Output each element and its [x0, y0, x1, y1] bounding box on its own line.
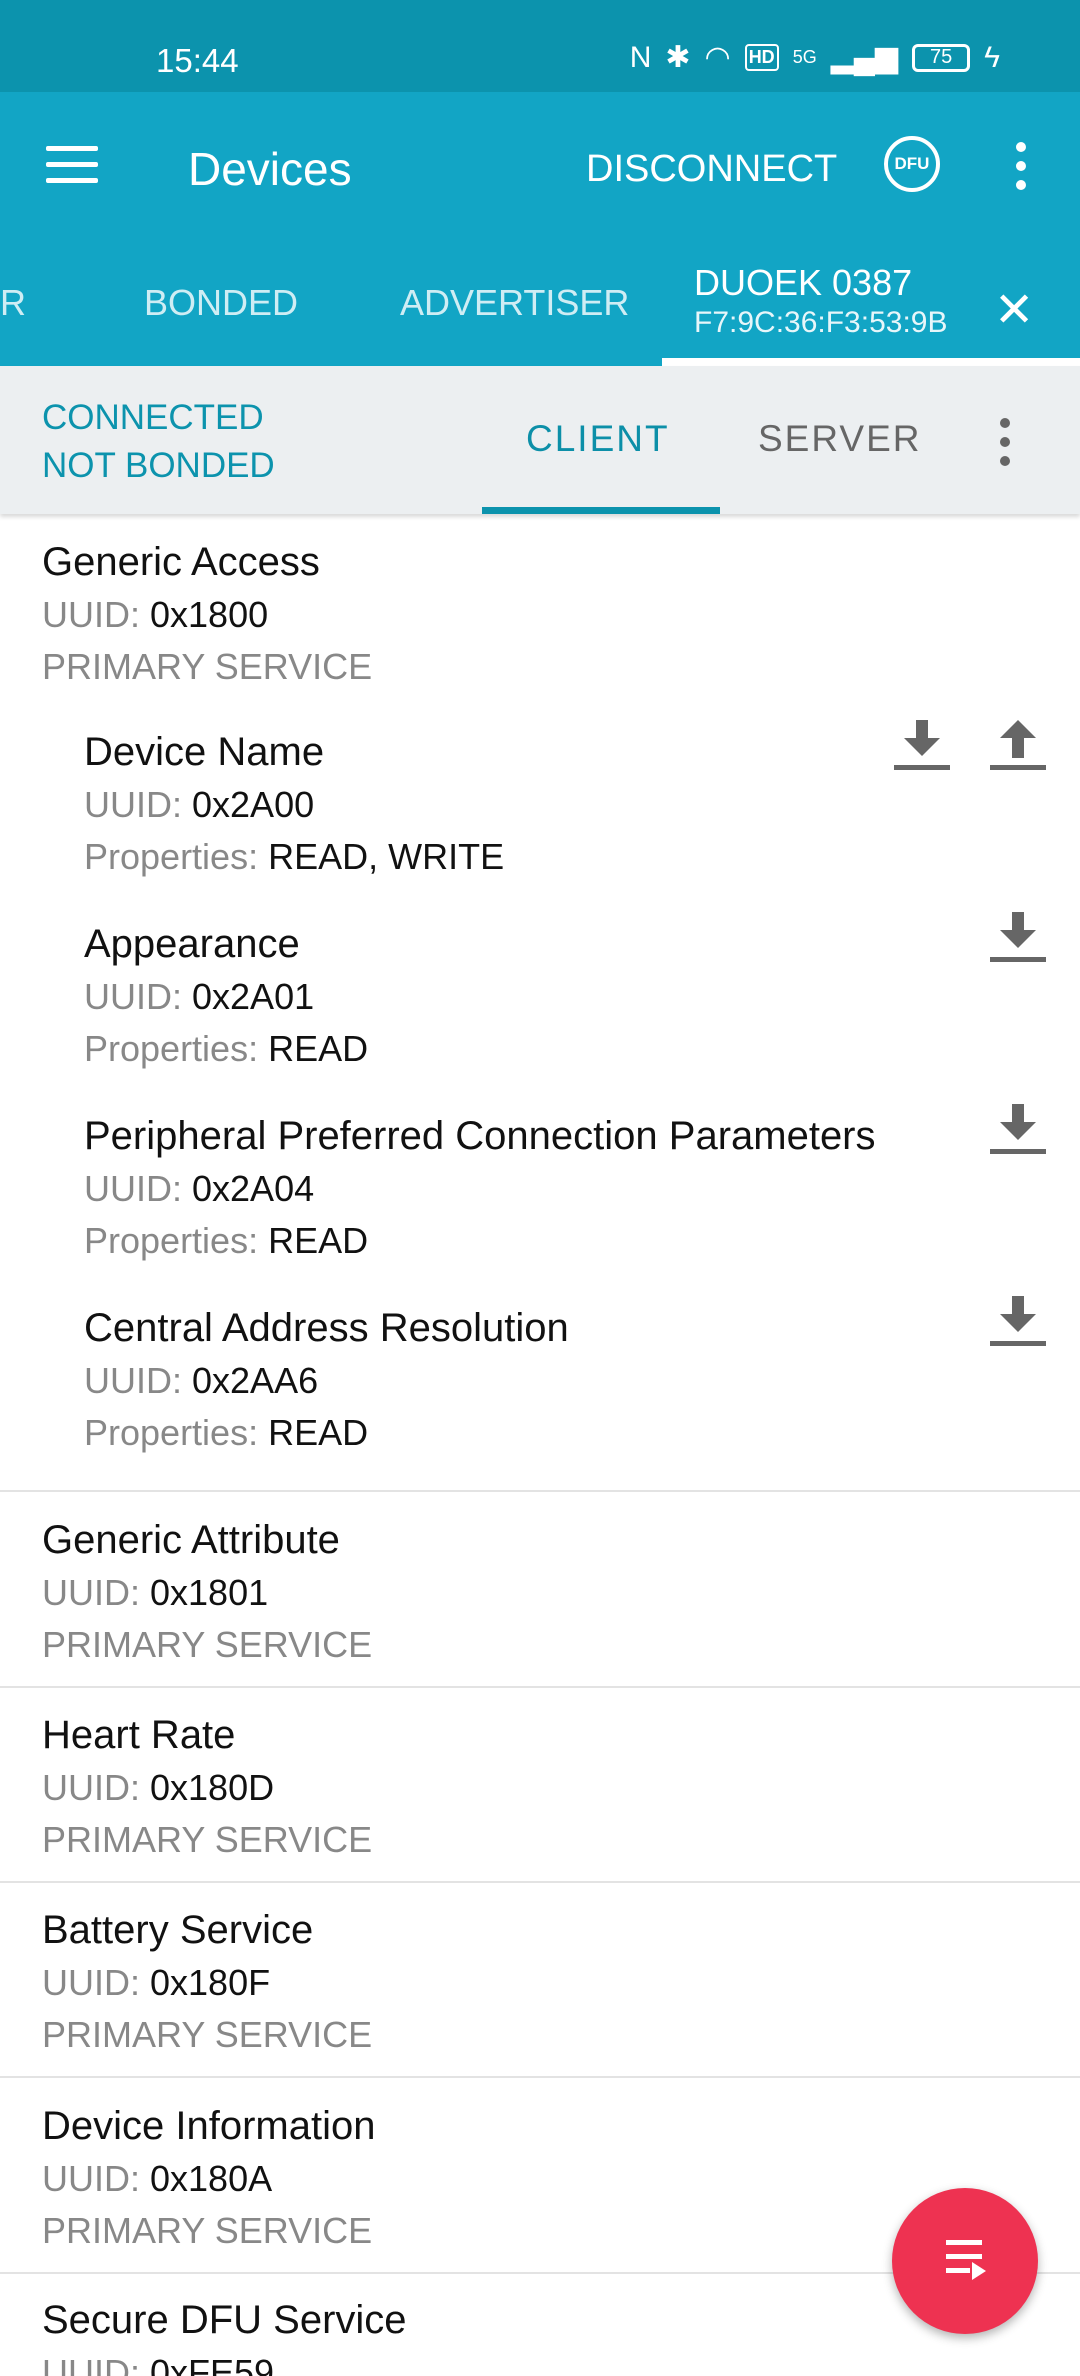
disconnect-button[interactable]: DISCONNECT — [586, 148, 837, 191]
service-uuid: UUID: 0x180F — [42, 1962, 271, 2003]
service-uuid: UUID: 0x1801 — [42, 1572, 269, 1613]
bluetooth-icon: ✱ — [665, 41, 691, 74]
close-icon[interactable]: ✕ — [994, 282, 1034, 338]
download-icon[interactable] — [990, 912, 1046, 962]
divider — [0, 1686, 1080, 1688]
tab-device-address: F7:9C:36:F3:53:9B — [694, 306, 948, 339]
characteristic-properties: Properties: READ — [84, 1028, 369, 1069]
upload-icon[interactable] — [990, 720, 1046, 770]
divider — [0, 1490, 1080, 1492]
service-type: PRIMARY SERVICE — [42, 2210, 373, 2251]
cellular-5g-icon: 5G — [792, 47, 817, 67]
battery-icon: 75 — [912, 43, 971, 72]
service-type: PRIMARY SERVICE — [42, 1819, 373, 1860]
client-tab-indicator — [482, 507, 720, 514]
service-uuid: UUID: 0x180A — [42, 2158, 273, 2199]
service-name: Secure DFU Service — [42, 2298, 407, 2342]
service-name: Battery Service — [42, 1908, 314, 1952]
menu-icon[interactable] — [46, 146, 98, 186]
wifi-icon: ◠ — [704, 41, 731, 74]
tab-scanner-partial[interactable]: R — [0, 282, 26, 324]
service-name: Generic Access — [42, 540, 320, 584]
tab-device-name: DUOEK 0387 — [694, 262, 913, 303]
characteristic-uuid: UUID: 0x2AA6 — [84, 1360, 319, 1401]
tab-indicator — [662, 358, 1080, 366]
characteristic-name: Appearance — [84, 922, 300, 966]
device-tabs: R BONDED ADVERTISER DUOEK 0387 F7:9C:36:… — [0, 242, 1080, 366]
more-options-icon[interactable] — [1000, 418, 1012, 466]
characteristic-properties: Properties: READ — [84, 1220, 369, 1261]
divider — [0, 1881, 1080, 1883]
app-bar: Devices DISCONNECT DFU — [0, 92, 1080, 242]
characteristic-uuid: UUID: 0x2A00 — [84, 784, 315, 825]
log-fab-button[interactable] — [892, 2188, 1038, 2334]
tab-advertiser[interactable]: ADVERTISER — [400, 282, 629, 324]
divider — [0, 2076, 1080, 2078]
service-uuid: UUID: 0x1800 — [42, 594, 269, 635]
service-name: Device Information — [42, 2104, 376, 2148]
characteristic-name: Central Address Resolution — [84, 1306, 569, 1350]
tab-device[interactable]: DUOEK 0387 F7:9C:36:F3:53:9B — [694, 262, 947, 340]
service-name: Generic Attribute — [42, 1518, 340, 1562]
more-options-icon[interactable] — [1016, 142, 1028, 190]
service-name: Heart Rate — [42, 1713, 236, 1757]
tab-client[interactable]: CLIENT — [526, 418, 670, 460]
tab-bonded[interactable]: BONDED — [144, 282, 298, 324]
page-title: Devices — [188, 143, 352, 195]
service-type: PRIMARY SERVICE — [42, 1624, 373, 1665]
download-icon[interactable] — [990, 1104, 1046, 1154]
signal-icon: ▂▄▆ — [830, 41, 899, 74]
charging-icon: ϟ — [984, 40, 1000, 74]
service-uuid: UUID: 0xFE59 — [42, 2352, 275, 2376]
characteristic-properties: Properties: READ, WRITE — [84, 836, 505, 877]
service-type: PRIMARY SERVICE — [42, 2014, 373, 2055]
connection-status: CONNECTED — [42, 398, 264, 437]
status-time: 15:44 — [156, 42, 239, 79]
service-type: PRIMARY SERVICE — [42, 646, 373, 687]
nfc-icon: N — [629, 40, 652, 74]
characteristic-uuid: UUID: 0x2A01 — [84, 976, 315, 1017]
bond-status: NOT BONDED — [42, 446, 275, 485]
dfu-icon[interactable]: DFU — [884, 136, 940, 192]
connection-bar: CONNECTED NOT BONDED CLIENT SERVER — [0, 366, 1080, 514]
tab-server[interactable]: SERVER — [758, 418, 922, 460]
status-icons: N ✱ ◠ HD 5G ▂▄▆ 75 ϟ — [630, 40, 1000, 75]
characteristic-name: Peripheral Preferred Connection Paramete… — [84, 1114, 876, 1158]
characteristic-name: Device Name — [84, 730, 325, 774]
download-icon[interactable] — [990, 1296, 1046, 1346]
characteristic-uuid: UUID: 0x2A04 — [84, 1168, 315, 1209]
service-uuid: UUID: 0x180D — [42, 1767, 275, 1808]
download-icon[interactable] — [894, 720, 950, 770]
hd-icon: HD — [744, 44, 779, 71]
status-bar: 15:44 N ✱ ◠ HD 5G ▂▄▆ 75 ϟ — [0, 0, 1080, 92]
characteristic-properties: Properties: READ — [84, 1412, 369, 1453]
